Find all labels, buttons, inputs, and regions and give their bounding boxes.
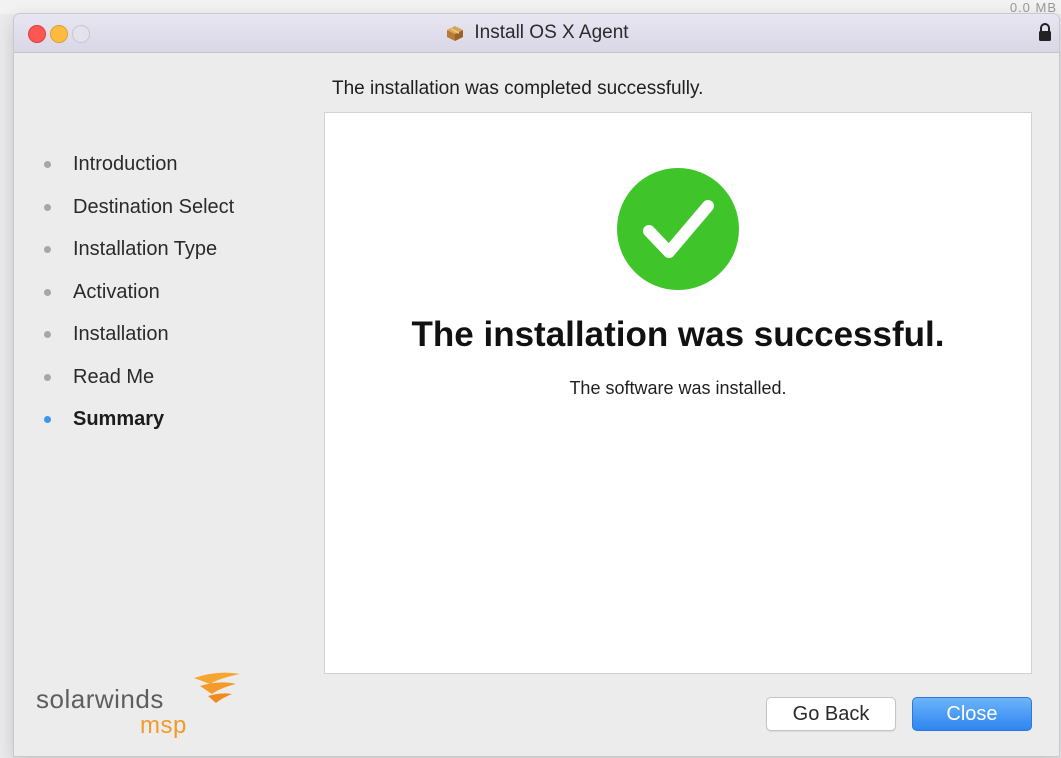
close-button[interactable]: Close	[912, 697, 1032, 731]
background-size-text: 0.0 MB	[1009, 0, 1057, 15]
step-bullet	[44, 373, 51, 381]
step-label: Read Me	[73, 365, 155, 388]
window-title: Install OS X Agent	[474, 22, 629, 43]
step-bullet	[44, 288, 51, 296]
lock-icon	[1039, 23, 1051, 41]
step-bullet	[44, 245, 51, 253]
success-check-icon	[617, 168, 739, 290]
background-window-strip	[0, 0, 1061, 14]
step-label: Summary	[73, 407, 165, 430]
step-introduction: Introduction	[44, 150, 178, 178]
step-read-me: Read Me	[44, 363, 154, 391]
step-bullet	[44, 160, 51, 168]
step-label: Destination Select	[73, 195, 235, 218]
step-label: Installation Type	[73, 237, 218, 260]
step-installation: Installation	[44, 320, 169, 348]
step-summary: Summary	[44, 405, 164, 433]
window-title-group: Install OS X Agent	[14, 14, 1059, 52]
title-bar[interactable]: Install OS X Agent	[14, 14, 1059, 53]
step-bullet-active	[44, 415, 51, 423]
summary-panel: The installation was successful. The sof…	[324, 112, 1032, 674]
step-installation-type: Installation Type	[44, 235, 217, 263]
page-heading: The installation was completed successfu…	[332, 78, 704, 99]
step-label: Activation	[73, 280, 160, 303]
package-icon	[447, 26, 464, 41]
solarwinds-msp-logo: solarwinds msp	[36, 666, 246, 746]
installer-window: Install OS X Agent Introduction Destinat…	[14, 14, 1059, 756]
success-title: The installation was successful.	[411, 315, 945, 354]
step-label: Installation	[73, 322, 169, 345]
step-destination-select: Destination Select	[44, 193, 234, 221]
logo-submark: msp	[140, 712, 187, 739]
step-label: Introduction	[73, 152, 178, 175]
installer-steps-sidebar: Introduction Destination Select Installa…	[14, 52, 314, 756]
step-bullet	[44, 330, 51, 338]
success-subtitle: The software was installed.	[569, 378, 787, 398]
solarwinds-flame-icon	[194, 672, 240, 703]
go-back-button[interactable]: Go Back	[766, 697, 896, 731]
step-activation: Activation	[44, 278, 160, 306]
logo-wordmark: solarwinds	[36, 684, 164, 714]
step-bullet	[44, 203, 51, 211]
